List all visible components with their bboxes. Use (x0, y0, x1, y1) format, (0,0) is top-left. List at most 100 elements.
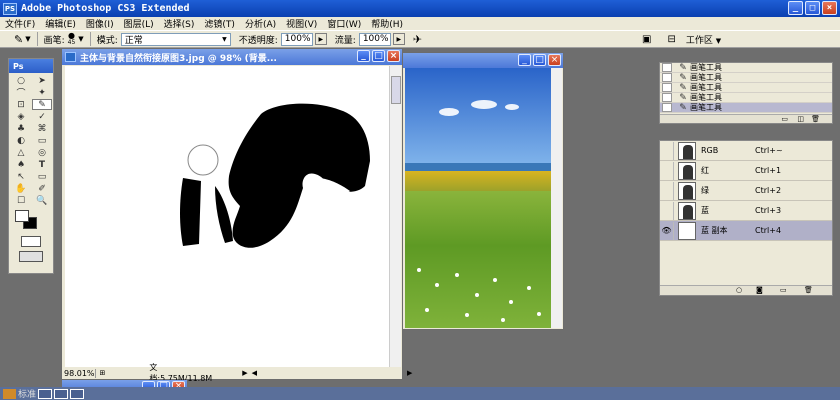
hand-tool-icon[interactable]: ✋ (11, 183, 31, 194)
lasso-tool-icon[interactable]: ⌒ (11, 87, 31, 99)
history-checkbox[interactable] (662, 73, 672, 82)
path-select-tool-icon[interactable]: ↖ (11, 171, 31, 182)
brush-preview[interactable]: ● 45 (68, 32, 76, 47)
flow-slider-arrow-icon[interactable]: ▶ (392, 33, 405, 45)
zoom-level[interactable]: 98.01% (62, 368, 96, 378)
ime-indicator[interactable]: 标准 (3, 388, 85, 400)
channel-row[interactable]: 红 Ctrl+1 (660, 161, 832, 181)
history-checkbox[interactable] (662, 103, 672, 112)
ime-segment[interactable] (70, 388, 85, 399)
healing-tool-icon[interactable]: ◈ (11, 111, 31, 122)
scroll-right-icon[interactable]: ▶ (407, 369, 412, 377)
visibility-toggle[interactable] (660, 201, 674, 220)
menu-edit[interactable]: 编辑(E) (40, 17, 81, 30)
history-item[interactable]: ✎ 画笔工具 (660, 63, 832, 73)
opacity-input[interactable]: 100% (280, 32, 313, 46)
load-selection-icon[interactable]: ○ (736, 286, 742, 294)
menu-help[interactable]: 帮助(H) (366, 17, 408, 30)
dodge-tool-icon[interactable]: ◎ (32, 147, 52, 158)
channel-row[interactable]: RGB Ctrl+~ (660, 141, 832, 161)
workspace-icon[interactable]: ⊟ (668, 34, 676, 45)
landscape-photo[interactable] (405, 68, 551, 328)
ime-segment[interactable] (54, 388, 69, 399)
channel-row[interactable]: 蓝 Ctrl+3 (660, 201, 832, 221)
brush-picker-arrow-icon[interactable]: ▼ (78, 35, 83, 43)
menu-layer[interactable]: 图层(L) (119, 17, 159, 30)
foreground-color-swatch[interactable] (15, 210, 29, 222)
zoom-tool-icon[interactable]: 🔍 (32, 195, 52, 206)
flow-input[interactable]: 100% (358, 32, 391, 46)
scroll-left-icon[interactable]: ◀ (252, 369, 257, 377)
ime-segment[interactable] (38, 388, 53, 399)
menu-analysis[interactable]: 分析(A) (240, 17, 281, 30)
trash-icon[interactable]: 🗑 (811, 115, 820, 123)
new-document-icon[interactable]: ▭ (781, 115, 788, 123)
move-tool-icon[interactable]: ➤ (32, 75, 52, 86)
opacity-slider-arrow-icon[interactable]: ▶ (314, 33, 327, 45)
second-document-titlebar[interactable]: _ □ × (403, 53, 563, 68)
gradient-tool-icon[interactable]: ▭ (32, 135, 52, 146)
trash-icon[interactable]: 🗑 (804, 286, 813, 294)
save-selection-icon[interactable]: ◙ (756, 286, 763, 294)
doc2-maximize-button[interactable]: □ (533, 54, 546, 66)
menu-select[interactable]: 选择(S) (159, 17, 200, 30)
history-item[interactable]: ✎ 画笔工具 (660, 93, 832, 103)
document-titlebar[interactable]: 主体与背景自然衔接原图3.jpg @ 98% (背景... _ □ × (62, 49, 402, 65)
new-snapshot-icon[interactable]: ◫ (797, 115, 804, 123)
brush-tool-icon[interactable]: ✎ (14, 33, 23, 46)
pen-tool-icon[interactable]: ♠ (11, 159, 31, 170)
magic-wand-tool-icon[interactable]: ✦ (32, 87, 52, 98)
doc-maximize-button[interactable]: □ (372, 50, 385, 62)
shape-tool-icon[interactable]: ▭ (32, 171, 52, 182)
quick-mask-button[interactable] (21, 236, 41, 247)
tool-preset-arrow-icon[interactable]: ▼ (25, 35, 30, 43)
visibility-toggle[interactable] (660, 181, 674, 200)
stamp-tool-icon[interactable]: ♣ (11, 123, 31, 134)
second-document-scrollbar[interactable] (551, 68, 562, 328)
blur-tool-icon[interactable]: △ (11, 147, 31, 158)
airbrush-icon[interactable]: ✈ (413, 33, 422, 46)
document-vertical-scrollbar[interactable] (389, 66, 401, 368)
doc-close-button[interactable]: × (387, 50, 400, 62)
history-brush-tool-icon[interactable]: ⌘ (32, 123, 52, 134)
palette-well-icon[interactable]: ▣ (642, 34, 651, 45)
status-menu-icon[interactable]: ⊞ (100, 369, 106, 377)
channel-row-selected[interactable]: 👁 蓝 副本 Ctrl+4 (660, 221, 832, 241)
menu-image[interactable]: 图像(I) (81, 17, 119, 30)
channel-row[interactable]: 绿 Ctrl+2 (660, 181, 832, 201)
maximize-button[interactable]: □ (805, 1, 820, 15)
eyedropper-tool-icon[interactable]: ✐ (32, 183, 52, 194)
minimize-button[interactable]: _ (788, 1, 803, 15)
menu-window[interactable]: 窗口(W) (322, 17, 366, 30)
new-channel-icon[interactable]: ▭ (780, 286, 787, 294)
mode-select[interactable]: 正常 ▼ (120, 32, 231, 46)
notes-tool-icon[interactable]: ☐ (11, 195, 31, 206)
scroll-thumb[interactable] (391, 76, 401, 104)
history-checkbox[interactable] (662, 93, 672, 102)
visibility-toggle[interactable] (660, 141, 674, 160)
history-item[interactable]: ✎ 画笔工具 (660, 83, 832, 93)
doc-minimize-button[interactable]: _ (357, 50, 370, 62)
doc2-close-button[interactable]: × (548, 54, 561, 66)
workspace-menu[interactable]: 工作区 ▼ (686, 33, 721, 46)
history-item-selected[interactable]: ✎ 画笔工具 (660, 103, 832, 113)
eraser-tool-icon[interactable]: ◐ (11, 135, 31, 146)
marquee-tool-icon[interactable]: ○ (11, 75, 31, 86)
brush-tool-icon[interactable]: ✎ (32, 99, 52, 110)
screen-mode-button[interactable] (19, 251, 43, 262)
eye-icon[interactable]: 👁 (660, 221, 674, 240)
menu-file[interactable]: 文件(F) (0, 17, 40, 30)
doc2-minimize-button[interactable]: _ (518, 54, 531, 66)
visibility-toggle[interactable] (660, 161, 674, 180)
menu-view[interactable]: 视图(V) (281, 17, 322, 30)
status-arrow-icon[interactable]: ▶ (242, 369, 247, 377)
pencil-tool-icon[interactable]: ✓ (32, 111, 52, 122)
history-item[interactable]: ✎ 画笔工具 (660, 73, 832, 83)
history-checkbox[interactable] (662, 83, 672, 92)
type-tool-icon[interactable]: T (32, 159, 52, 170)
document-canvas[interactable] (65, 66, 389, 368)
close-button[interactable]: × (822, 1, 837, 15)
history-checkbox[interactable] (662, 63, 672, 72)
crop-tool-icon[interactable]: ⊡ (11, 99, 31, 110)
menu-filter[interactable]: 滤镜(T) (199, 17, 240, 30)
